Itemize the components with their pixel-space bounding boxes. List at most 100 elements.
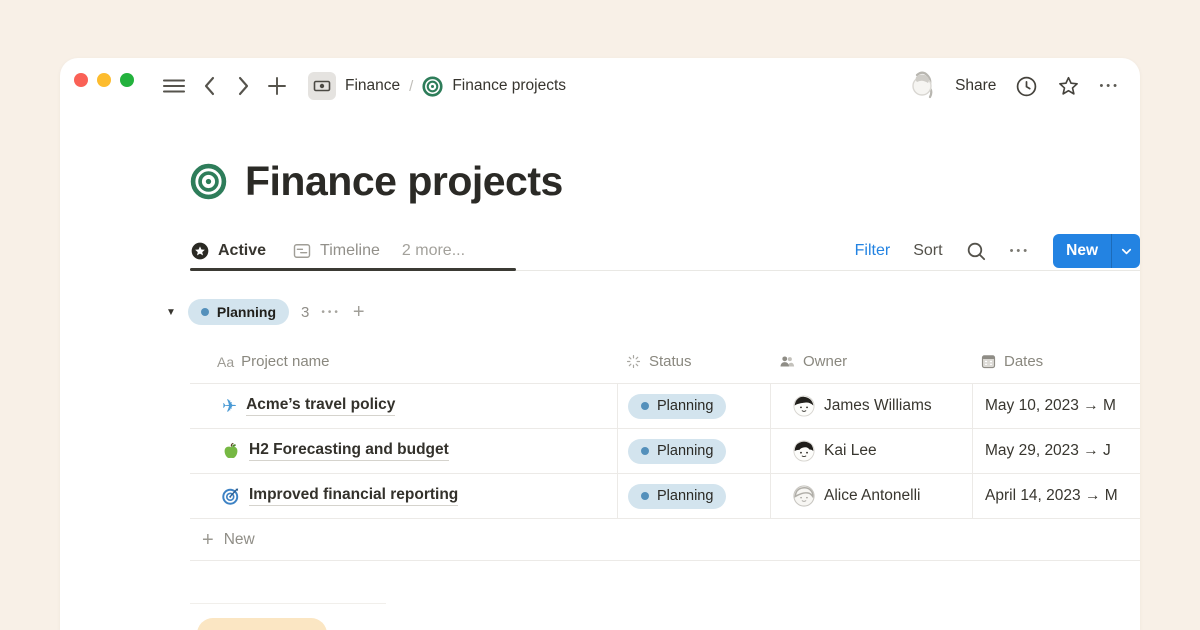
dart-target-icon bbox=[222, 487, 240, 505]
avatar-doodle[interactable] bbox=[909, 71, 936, 101]
group-toggle-icon[interactable]: ▼ bbox=[166, 307, 176, 318]
table-row: ✈ Acme’s travel policy Planning James Wi… bbox=[190, 383, 1140, 428]
column-dates[interactable]: Dates bbox=[972, 340, 1140, 383]
sort-button[interactable]: Sort bbox=[913, 242, 942, 260]
view-more-icon[interactable]: ••• bbox=[1010, 245, 1031, 257]
calendar-icon bbox=[980, 353, 997, 370]
text-column-icon: Aa bbox=[217, 354, 234, 370]
notion-window: Finance / Finance projects Share ••• Fin… bbox=[60, 58, 1140, 630]
breadcrumb-current[interactable]: Finance projects bbox=[452, 77, 566, 95]
view-bar: Active Timeline 2 more... Filter Sort ••… bbox=[190, 232, 1140, 270]
star-circle-icon bbox=[190, 241, 210, 261]
owner-name: Kai Lee bbox=[824, 442, 877, 460]
apple-icon bbox=[222, 442, 240, 460]
breadcrumb-parent[interactable]: Finance bbox=[345, 77, 400, 95]
group-status-label: Planning bbox=[217, 304, 276, 320]
view-actions: Filter Sort ••• New bbox=[855, 234, 1140, 268]
banknote-icon[interactable] bbox=[308, 72, 336, 100]
status-cell[interactable]: Planning bbox=[617, 474, 770, 518]
share-button[interactable]: Share bbox=[955, 77, 996, 95]
page-title: Finance projects bbox=[245, 158, 563, 205]
dates-cell[interactable]: April 14, 2023 → M bbox=[972, 474, 1140, 518]
status-label: Planning bbox=[657, 398, 713, 414]
traffic-lights bbox=[74, 73, 134, 87]
tab-active-label: Active bbox=[218, 242, 266, 260]
close-window-button[interactable] bbox=[74, 73, 88, 87]
breadcrumb: Finance / Finance projects bbox=[308, 72, 566, 100]
minimize-window-button[interactable] bbox=[97, 73, 111, 87]
project-cell[interactable]: Improved financial reporting bbox=[190, 474, 617, 518]
plus-icon: + bbox=[202, 530, 214, 550]
new-row-button[interactable]: + New bbox=[190, 518, 1140, 561]
group-count: 3 bbox=[301, 304, 309, 321]
table-header: Aa Project name Status Owner Dates bbox=[190, 340, 1140, 383]
back-button[interactable] bbox=[201, 75, 219, 97]
project-title[interactable]: Acme’s travel policy bbox=[246, 396, 395, 416]
projects-table: Aa Project name Status Owner Dates bbox=[190, 340, 1140, 561]
avatar bbox=[793, 485, 815, 507]
collapsed-divider bbox=[190, 603, 386, 604]
status-dot bbox=[641, 447, 649, 455]
status-label: Planning bbox=[657, 488, 713, 504]
search-icon[interactable] bbox=[966, 241, 987, 262]
tab-more[interactable]: 2 more... bbox=[402, 242, 465, 260]
clock-icon[interactable] bbox=[1015, 75, 1038, 98]
airplane-icon: ✈ bbox=[222, 396, 237, 417]
owner-cell[interactable]: Kai Lee bbox=[770, 429, 972, 473]
group-more-icon[interactable]: ••• bbox=[321, 307, 341, 318]
people-icon bbox=[778, 353, 796, 371]
tab-active[interactable]: Active bbox=[190, 241, 266, 261]
project-title[interactable]: Improved financial reporting bbox=[249, 486, 458, 506]
column-status-label: Status bbox=[649, 353, 692, 370]
dates-cell[interactable]: May 10, 2023 → M bbox=[972, 384, 1140, 428]
avatar bbox=[793, 395, 815, 417]
status-burst-icon bbox=[625, 353, 642, 370]
zoom-window-button[interactable] bbox=[120, 73, 134, 87]
status-dot bbox=[641, 492, 649, 500]
status-label: Planning bbox=[657, 443, 713, 459]
group-add-icon[interactable]: + bbox=[353, 302, 365, 322]
breadcrumb-separator: / bbox=[409, 78, 413, 95]
column-status[interactable]: Status bbox=[617, 340, 770, 383]
owner-name: Alice Antonelli bbox=[824, 487, 921, 505]
project-cell[interactable]: ✈ Acme’s travel policy bbox=[190, 384, 617, 428]
target-icon bbox=[422, 76, 443, 97]
table-row: H2 Forecasting and budget Planning Kai L… bbox=[190, 428, 1140, 473]
filter-button[interactable]: Filter bbox=[855, 242, 891, 260]
project-cell[interactable]: H2 Forecasting and budget bbox=[190, 429, 617, 473]
page-header: Finance projects bbox=[190, 158, 563, 205]
status-cell[interactable]: Planning bbox=[617, 384, 770, 428]
owner-name: James Williams bbox=[824, 397, 932, 415]
group-status-pill[interactable]: Planning bbox=[188, 299, 289, 325]
avatar bbox=[793, 440, 815, 462]
new-button-label[interactable]: New bbox=[1053, 234, 1111, 268]
group-header: ▼ Planning 3 ••• + bbox=[166, 297, 365, 327]
column-project-name[interactable]: Aa Project name bbox=[190, 340, 617, 383]
table-row: Improved financial reporting Planning Al… bbox=[190, 473, 1140, 518]
forward-button[interactable] bbox=[234, 75, 252, 97]
page-target-icon bbox=[190, 163, 227, 200]
active-tab-underline bbox=[190, 268, 516, 271]
tab-timeline-label: Timeline bbox=[320, 242, 380, 260]
toolbar-nav: Finance / Finance projects bbox=[162, 58, 566, 114]
tab-timeline[interactable]: Timeline bbox=[292, 241, 380, 261]
timeline-icon bbox=[292, 241, 312, 261]
column-project-name-label: Project name bbox=[241, 353, 329, 370]
status-cell[interactable]: Planning bbox=[617, 429, 770, 473]
more-options-icon[interactable]: ••• bbox=[1099, 81, 1120, 92]
status-dot bbox=[641, 402, 649, 410]
status-dot bbox=[201, 308, 209, 316]
dates-cell[interactable]: May 29, 2023 → J bbox=[972, 429, 1140, 473]
project-title[interactable]: H2 Forecasting and budget bbox=[249, 441, 449, 461]
column-owner[interactable]: Owner bbox=[770, 340, 972, 383]
owner-cell[interactable]: Alice Antonelli bbox=[770, 474, 972, 518]
next-group-pill[interactable] bbox=[197, 618, 327, 630]
chevron-down-icon[interactable] bbox=[1112, 234, 1140, 268]
owner-cell[interactable]: James Williams bbox=[770, 384, 972, 428]
hamburger-icon[interactable] bbox=[162, 74, 186, 98]
column-dates-label: Dates bbox=[1004, 353, 1043, 370]
new-row-label: New bbox=[224, 531, 255, 549]
new-button[interactable]: New bbox=[1053, 234, 1140, 268]
star-icon[interactable] bbox=[1057, 75, 1080, 98]
add-page-button[interactable] bbox=[267, 76, 287, 96]
